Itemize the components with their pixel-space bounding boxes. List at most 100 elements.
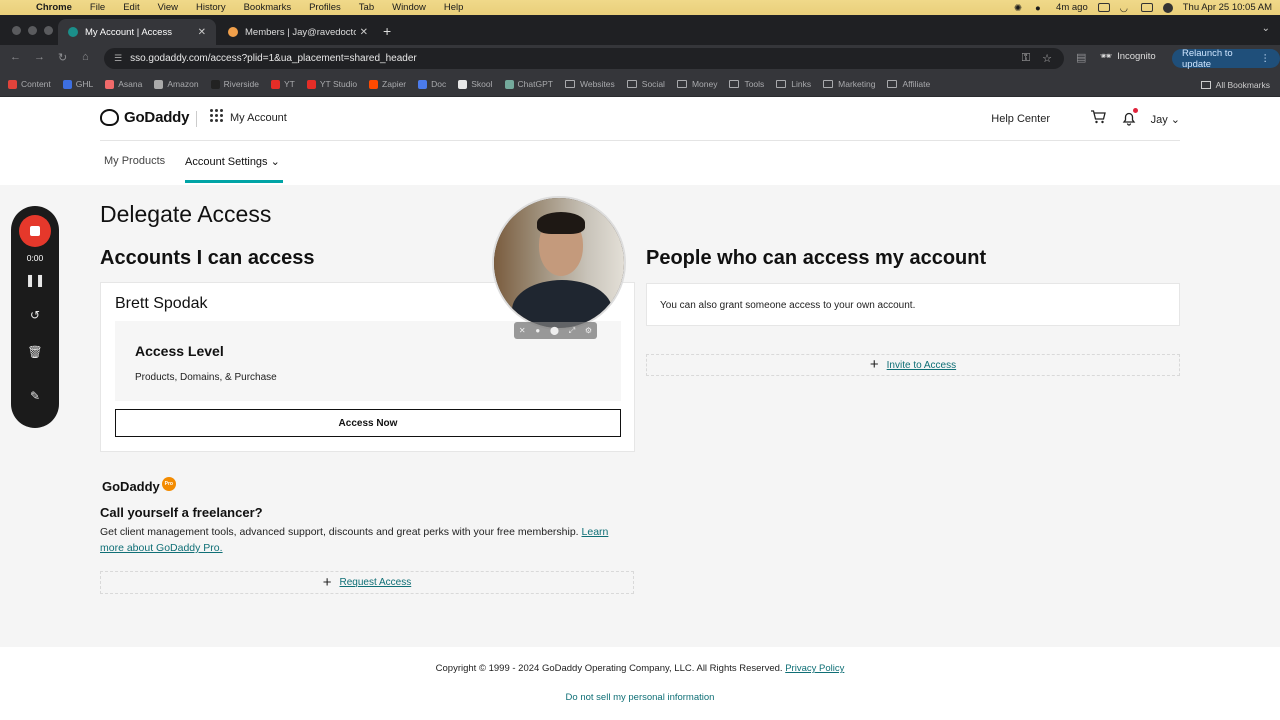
macos-menu-bar: Chrome File Edit View History Bookmarks … — [0, 0, 1280, 15]
address-bar[interactable]: ☰ sso.godaddy.com/access?plid=1&ua_place… — [104, 48, 1064, 69]
all-bookmarks-button[interactable]: All Bookmarks — [1200, 80, 1270, 90]
close-tab-icon[interactable]: ✕ — [360, 27, 368, 38]
my-account-link[interactable]: My Account — [230, 112, 287, 124]
camera-settings-icon[interactable]: ⚙ — [585, 326, 592, 335]
new-tab-icon[interactable]: + — [383, 23, 391, 39]
menu-tab[interactable]: Tab — [350, 2, 383, 13]
user-icon[interactable]: ● — [1035, 3, 1046, 14]
side-panel-icon[interactable]: ▤ — [1076, 51, 1086, 64]
nav-my-products[interactable]: My Products — [104, 155, 165, 167]
grant-access-card: You can also grant someone access to you… — [646, 283, 1180, 326]
invite-to-access-button[interactable]: + Invite to Access — [646, 354, 1180, 376]
webcam-bubble[interactable] — [492, 196, 626, 330]
godaddy-pro-logo: GoDaddy Pro — [102, 476, 176, 494]
godaddy-page: GoDaddy My Account Help Center Jay ⌄ My … — [0, 97, 1280, 720]
url-text[interactable]: sso.godaddy.com/access?plid=1&ua_placeme… — [130, 53, 1022, 64]
apps-grid-icon[interactable] — [210, 109, 223, 122]
bookmark-skool[interactable]: Skool — [458, 79, 493, 89]
stop-recording-button[interactable] — [19, 215, 51, 247]
control-center-icon[interactable] — [1140, 3, 1153, 12]
tab-my-account-access[interactable]: My Account | Access ✕ — [58, 19, 216, 45]
reload-icon[interactable]: ↻ — [58, 51, 67, 64]
bookmark-tools[interactable]: Tools — [729, 79, 764, 89]
cart-icon[interactable] — [1090, 110, 1106, 124]
menu-bar-clock[interactable]: Thu Apr 25 10:05 AM — [1183, 2, 1272, 13]
bookmark-websites[interactable]: Websites — [564, 79, 615, 89]
bookmark-marketing[interactable]: Marketing — [823, 79, 875, 89]
brightness-icon[interactable]: ✺ — [1014, 3, 1025, 14]
bookmark-label: Marketing — [838, 79, 876, 89]
request-access-button[interactable]: + Request Access — [100, 571, 634, 594]
menu-history[interactable]: History — [187, 2, 235, 13]
notification-badge — [1133, 108, 1138, 113]
restart-icon[interactable]: ↺ — [11, 308, 59, 322]
bookmark-doc[interactable]: Doc — [418, 79, 446, 89]
bookmark-social[interactable]: Social — [626, 79, 665, 89]
siri-icon[interactable] — [1162, 2, 1173, 13]
pause-icon[interactable]: ❚❚ — [11, 273, 59, 287]
menu-edit[interactable]: Edit — [114, 2, 148, 13]
do-not-sell-link[interactable]: Do not sell my personal information — [0, 692, 1280, 703]
screen-mirror-icon[interactable] — [1097, 3, 1110, 12]
bookmark-label: ChatGPT — [517, 79, 553, 89]
menu-help[interactable]: Help — [435, 2, 473, 13]
bookmark-label: Affiliate — [902, 79, 931, 89]
incognito-indicator[interactable]: 🕶 Incognito — [1100, 51, 1156, 62]
close-camera-icon[interactable]: ✕ — [519, 326, 526, 335]
bookmark-chatgpt[interactable]: ChatGPT — [504, 79, 553, 89]
menu-app-name[interactable]: Chrome — [28, 2, 81, 13]
camera-size-large-icon[interactable]: ⬤ — [550, 326, 559, 335]
favicon-icon — [62, 79, 72, 89]
godaddy-logo[interactable]: GoDaddy — [100, 109, 189, 126]
back-icon[interactable]: ← — [10, 51, 21, 63]
user-menu[interactable]: Jay ⌄ — [1151, 113, 1180, 126]
menu-view[interactable]: View — [149, 2, 187, 13]
bookmark-content[interactable]: Content — [8, 79, 51, 89]
close-window-button[interactable] — [12, 26, 21, 35]
menu-bookmarks[interactable]: Bookmarks — [235, 2, 301, 13]
bookmark-asana[interactable]: Asana — [105, 79, 142, 89]
favicon-icon — [271, 79, 280, 89]
webcam-controls: ✕ ● ⬤ ⤢ ⚙ — [514, 322, 597, 339]
bookmark-amazon[interactable]: Amazon — [154, 79, 199, 89]
menu-profiles[interactable]: Profiles — [300, 2, 350, 13]
bookmark-star-icon[interactable]: ☆ — [1042, 52, 1052, 65]
bookmark-label: Websites — [579, 79, 615, 89]
access-level-title: Access Level — [135, 343, 224, 359]
minimize-window-button[interactable] — [28, 26, 37, 35]
godaddy-favicon-icon — [68, 27, 78, 37]
bookmark-links[interactable]: Links — [776, 79, 811, 89]
access-now-button[interactable]: Access Now — [115, 409, 621, 437]
forward-icon[interactable]: → — [34, 51, 45, 63]
menu-window[interactable]: Window — [383, 2, 435, 13]
delete-recording-icon[interactable]: 🗑 — [11, 345, 59, 359]
site-info-icon[interactable]: ☰ — [114, 53, 122, 64]
help-center-link[interactable]: Help Center — [991, 113, 1050, 125]
relaunch-button[interactable]: Relaunch to update ⋮ — [1172, 48, 1280, 70]
more-menu-icon[interactable]: ⋮ — [1261, 53, 1271, 64]
nav-account-settings[interactable]: Account Settings ⌄ — [185, 155, 280, 168]
bookmark-yt[interactable]: YT — [271, 79, 295, 89]
close-tab-icon[interactable]: ✕ — [198, 27, 206, 38]
camera-size-small-icon[interactable]: ● — [535, 326, 540, 335]
bookmark-label: Amazon — [167, 79, 199, 89]
tab-members[interactable]: Members | Jay@ravedoctor.c ✕ — [218, 19, 378, 45]
expand-camera-icon[interactable]: ⤢ — [569, 326, 575, 336]
bookmark-ghl[interactable]: GHL — [62, 79, 93, 89]
status-time-ago[interactable]: 4m ago — [1056, 2, 1088, 13]
password-key-icon[interactable]: ⚿ — [1022, 52, 1030, 65]
bookmark-riverside[interactable]: Riverside — [210, 79, 259, 89]
bookmark-money[interactable]: Money — [676, 79, 717, 89]
wifi-icon[interactable]: ◡ — [1120, 3, 1131, 14]
zoom-window-button[interactable] — [44, 26, 53, 35]
menu-file[interactable]: File — [81, 2, 114, 13]
bookmark-yt-studio[interactable]: YT Studio — [306, 79, 357, 89]
browser-toolbar: ← → ↻ ⌂ ☰ sso.godaddy.com/access?plid=1&… — [0, 45, 1280, 72]
draw-pencil-icon[interactable]: ✎ — [11, 389, 59, 403]
bookmark-zapier[interactable]: Zapier — [369, 79, 406, 89]
tab-search-icon[interactable]: ⌄ — [1262, 23, 1270, 34]
privacy-policy-link[interactable]: Privacy Policy — [785, 663, 844, 674]
bookmark-label: Content — [21, 79, 51, 89]
bookmark-affiliate[interactable]: Affiliate — [887, 79, 930, 89]
home-icon[interactable]: ⌂ — [82, 51, 89, 63]
